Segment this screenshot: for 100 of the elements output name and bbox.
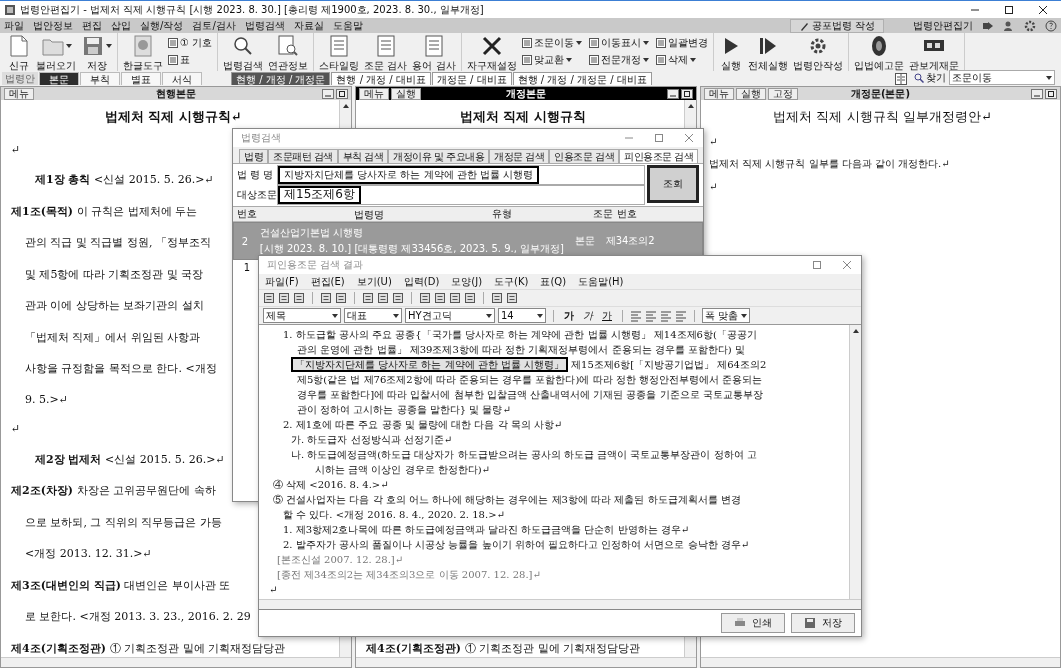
document-text: 2. 발주자가 공사의 품질이나 시공상 능률을 높이기 위하여 필요하다고 인정하여 서면으로 승낙한 경우↵ xyxy=(282,538,751,552)
horizontal-scrollbar[interactable] xyxy=(259,599,861,609)
toolbar-button[interactable]: 한글도구 xyxy=(121,34,165,73)
search-tab[interactable]: 개정문 검색 xyxy=(489,149,550,163)
menu-item[interactable]: 모양(J) xyxy=(451,274,483,289)
user-icon[interactable] xyxy=(1003,19,1015,32)
close-icon[interactable] xyxy=(1037,3,1049,16)
view-tab[interactable]: 현행 / 개정 / 대비표 xyxy=(331,72,431,85)
split-view-icon[interactable] xyxy=(895,73,907,85)
menu-item[interactable]: 입력(D) xyxy=(403,274,440,289)
pane-menu-button[interactable]: 실행 xyxy=(391,87,421,100)
column-header[interactable]: 조문 번호 xyxy=(527,207,703,221)
exit-icon[interactable] xyxy=(982,19,994,32)
column-header[interactable]: 유형 xyxy=(477,207,527,221)
menu-item[interactable]: 도움말(H) xyxy=(578,274,624,289)
toolbar-button[interactable]: 연관정보 xyxy=(266,34,311,73)
document-text: 으로 보하되, 그 직위의 직무등급은 가등 xyxy=(24,514,222,530)
vertical-scrollbar[interactable] xyxy=(849,325,861,599)
pane-title: 현행본문 xyxy=(155,86,197,101)
menu-item[interactable]: 법령검색 xyxy=(244,18,285,33)
search-tab[interactable]: 개정이유 및 주요내용 xyxy=(388,149,490,163)
menu-item[interactable]: 표(Q) xyxy=(540,274,567,289)
document-tab[interactable]: 본문 xyxy=(39,72,79,85)
zoom-dropdown[interactable]: 폭 맞춤 xyxy=(702,308,751,323)
menu-item[interactable]: 삽입 xyxy=(111,18,131,33)
view-tab[interactable]: 현행 / 개정 / 개정문 xyxy=(231,72,331,85)
toolbar-button[interactable]: 조문이동 xyxy=(519,34,584,51)
toolbar-button[interactable]: 신규 xyxy=(5,34,33,73)
toolbar-button[interactable]: 삭제 xyxy=(653,51,710,68)
maximize-icon[interactable] xyxy=(1003,3,1015,16)
horizontal-scrollbar[interactable] xyxy=(356,657,696,667)
pane-menu-button[interactable]: 메뉴 xyxy=(359,87,389,100)
pane-menu-button[interactable]: 메뉴 xyxy=(704,87,734,100)
find-button[interactable]: 찾기 xyxy=(912,71,948,85)
style-dropdown[interactable]: 대표 xyxy=(344,308,402,323)
toolbar-button[interactable]: 맞교환 xyxy=(519,51,584,68)
search-tab[interactable]: 조문패턴 검색 xyxy=(268,149,338,163)
search-tab[interactable]: 법령 xyxy=(239,149,268,163)
pane-menu-button[interactable]: 메뉴 xyxy=(4,87,34,100)
menu-item[interactable]: 편집(E) xyxy=(310,274,345,289)
save-button[interactable]: 저장 xyxy=(791,613,855,633)
text-style-button[interactable]: 가 xyxy=(561,308,577,323)
menu-item[interactable]: 보기(U) xyxy=(356,274,392,289)
toolbar-button[interactable]: 법령안작성 xyxy=(790,34,845,73)
settings-icon[interactable] xyxy=(1024,19,1036,32)
caret-icon xyxy=(537,312,543,319)
menu-item[interactable]: 편집 xyxy=(82,18,102,33)
toolbar-button[interactable]: 표 xyxy=(166,51,215,68)
menu-item[interactable]: 검토/검사 xyxy=(192,18,236,33)
pane-menu-button[interactable]: 고정 xyxy=(768,87,798,100)
input-field[interactable]: 지방자치단체를 당사자로 하는 계약에 관한 법률 시행령 xyxy=(278,165,540,184)
toolbar-button[interactable]: 용어 검사 xyxy=(410,34,458,73)
menu-item[interactable]: 자료실 xyxy=(293,18,324,33)
menu-item[interactable]: 도구(K) xyxy=(494,274,529,289)
horizontal-scrollbar[interactable] xyxy=(1,657,351,667)
view-tab[interactable]: 현행 / 개정 / 개정문 / 대비표 xyxy=(512,72,652,85)
menu-item[interactable]: 파일(F) xyxy=(265,274,299,289)
font-dropdown[interactable]: HY견고딕 xyxy=(405,308,495,323)
column-header[interactable]: 법령명 xyxy=(261,207,477,221)
document-tab[interactable]: 별표 xyxy=(121,72,161,85)
toolbar-button[interactable]: 불러오기 xyxy=(34,34,78,73)
maximize-icon[interactable] xyxy=(336,88,348,99)
toolbar-button[interactable]: 전문개정 xyxy=(586,51,651,68)
text-style-button[interactable]: 가 xyxy=(580,308,596,323)
maximize-icon[interactable] xyxy=(1045,88,1057,99)
style-dropdown[interactable]: 제목 xyxy=(263,308,341,323)
menu-item[interactable]: 파일 xyxy=(4,18,24,33)
toolbar-button[interactable]: 자구재설정 xyxy=(464,34,519,73)
menu-item[interactable]: 법안정보 xyxy=(33,18,73,33)
menu-item[interactable]: 도움말 xyxy=(332,18,363,33)
view-tab[interactable]: 개정문 / 대비표 xyxy=(431,72,512,85)
toolbar-button[interactable]: 일괄변경 xyxy=(653,34,710,51)
horizontal-scrollbar[interactable] xyxy=(701,657,1060,667)
toolbar-button[interactable]: 법령검색 xyxy=(221,34,266,73)
toolbar-button[interactable]: 실행 xyxy=(716,34,745,73)
input-field[interactable]: 제15조제6항 xyxy=(278,185,361,204)
document-text: [본조신설 2007. 12. 28.]↵ xyxy=(276,553,405,567)
publish-button[interactable]: 공포법령 작성 xyxy=(789,18,884,33)
search-button[interactable]: 조회 xyxy=(647,165,699,203)
print-button[interactable]: 인쇄 xyxy=(721,613,785,633)
column-header[interactable]: 번호 xyxy=(233,207,261,221)
toolbar-button[interactable]: ① 기호 xyxy=(166,34,215,51)
search-tab[interactable]: 피인용조문 검색 xyxy=(619,149,699,163)
maximize-icon[interactable] xyxy=(681,88,693,99)
help-icon[interactable] xyxy=(1045,19,1057,32)
search-tab[interactable]: 인용조문 검색 xyxy=(549,149,620,163)
text-style-button[interactable]: 가 xyxy=(599,308,615,323)
document-tab[interactable]: 서식 xyxy=(162,72,202,85)
toolbar-button[interactable]: 전체실행 xyxy=(745,34,790,73)
size-dropdown[interactable]: 14 xyxy=(498,308,546,323)
article-move-dropdown[interactable]: 조문이동 xyxy=(949,70,1055,85)
dialog-title: 피인용조문 검색 결과 xyxy=(267,258,364,272)
menu-item[interactable]: 실행/작성 xyxy=(140,18,184,33)
document-tab[interactable]: 부칙 xyxy=(80,72,120,85)
search-tab[interactable]: 부칙 검색 xyxy=(337,149,389,163)
toolbar-button[interactable]: 스타일링 xyxy=(317,34,362,73)
toolbar-button[interactable]: 이동표시 xyxy=(586,34,651,51)
pane-menu-button[interactable]: 실행 xyxy=(736,87,766,100)
minimize-icon[interactable] xyxy=(667,88,679,99)
toolbar-button[interactable]: 조문 검사 xyxy=(362,34,410,73)
